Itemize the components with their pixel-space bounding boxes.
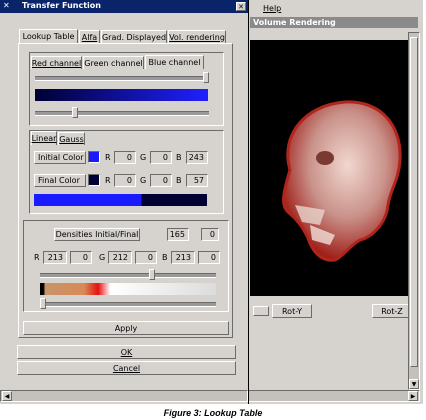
cancel-button[interactable]: Cancel — [17, 361, 236, 375]
tab-linear[interactable]: Linear — [31, 131, 57, 145]
apply-label: Apply — [114, 323, 138, 333]
channel-bottom-slider-thumb[interactable] — [72, 107, 78, 118]
scroll-right-arrow[interactable]: ▶ — [408, 391, 418, 401]
initial-color-text: Initial Color — [38, 153, 84, 162]
figure-caption: Figure 3: Lookup Table — [0, 408, 426, 418]
final-color-label: Final Color — [34, 174, 86, 187]
initial-g-field[interactable]: 0 — [150, 151, 172, 164]
scroll-down-arrow[interactable]: ▼ — [409, 379, 419, 389]
close-icon[interactable]: ✕ — [236, 2, 246, 11]
linear-color-gradient — [34, 194, 207, 206]
rgb-g-label: G — [99, 253, 106, 262]
densities-label: Densities Initial/Final — [54, 228, 140, 241]
dialog-horizontal-scrollbar[interactable]: ◀ — [0, 390, 248, 402]
tab-green-channel-label: Green channel — [84, 58, 143, 68]
tab-panel: Red channel Green channel Blue channel L… — [18, 43, 233, 338]
rgb-r2-field[interactable]: 0 — [70, 251, 92, 264]
tab-red-channel-label: Red channel — [31, 58, 82, 68]
densities-group: Densities Initial/Final 165 0 R 213 0 G … — [23, 220, 229, 312]
initial-g-label: G — [140, 153, 147, 162]
horizontal-scrollbar[interactable]: ▶ — [245, 390, 420, 402]
rot-y-scrollbar-thumb[interactable] — [253, 306, 269, 316]
scroll-left-arrow[interactable]: ◀ — [2, 391, 12, 401]
rot-z-label: Rot-Z — [381, 306, 403, 316]
help-menu[interactable]: Help — [263, 2, 281, 14]
density-final-field[interactable]: 0 — [201, 228, 219, 241]
rgb-b-label: B — [162, 253, 168, 262]
initial-color-swatch[interactable] — [88, 151, 100, 163]
tab-alfa-label: Alfa — [81, 32, 98, 42]
tab-blue-channel-label: Blue channel — [148, 58, 201, 67]
volume-window-title: Volume Rendering — [253, 18, 336, 27]
initial-color-label: Initial Color — [34, 151, 86, 164]
final-b-field[interactable]: 57 — [186, 174, 208, 187]
channel-top-slider-thumb[interactable] — [203, 72, 209, 83]
initial-r-label: R — [105, 153, 111, 162]
scroll-thumb[interactable] — [410, 37, 418, 367]
tab-grad-displayed-label: Grad. Displayed — [101, 32, 167, 42]
density-bottom-slider-thumb[interactable] — [40, 298, 46, 309]
final-r-label: R — [105, 176, 111, 185]
rgb-g2-field[interactable]: 0 — [135, 251, 157, 264]
figure-caption-text: Figure 3: Lookup Table — [163, 408, 263, 418]
channel-bottom-slider-track[interactable] — [35, 111, 209, 116]
tab-red-channel[interactable]: Red channel — [31, 56, 82, 69]
volume-window-titlebar[interactable]: Volume Rendering — [250, 17, 418, 28]
tab-linear-label: Linear — [31, 134, 57, 143]
rgb-r-label: R — [34, 253, 40, 262]
rgb-b1-field[interactable]: 213 — [171, 251, 195, 264]
density-top-slider-track[interactable] — [40, 273, 216, 278]
app-icon: ✕ — [3, 1, 10, 10]
final-g-field[interactable]: 0 — [150, 174, 172, 187]
tab-lookup-table[interactable]: Lookup Table — [19, 29, 78, 43]
densities-text: Densities Initial/Final — [55, 230, 139, 239]
volume-render-view[interactable] — [250, 40, 417, 296]
channel-group: Red channel Green channel Blue channel — [29, 52, 224, 126]
rot-y-label: Rot-Y — [281, 306, 303, 316]
rgb-b2-field[interactable]: 0 — [198, 251, 220, 264]
rgb-r1-field[interactable]: 213 — [43, 251, 67, 264]
initial-b-field[interactable]: 243 — [186, 151, 208, 164]
density-color-gradient — [40, 283, 216, 295]
density-bottom-slider-track[interactable] — [40, 302, 216, 307]
help-menu-label: Help — [263, 3, 282, 13]
tab-green-channel[interactable]: Green channel — [83, 56, 144, 69]
tab-gauss-label: Gauss — [59, 134, 84, 144]
blue-channel-gradient — [35, 89, 208, 101]
initial-b-label: B — [176, 153, 182, 162]
rgb-g1-field[interactable]: 212 — [108, 251, 132, 264]
background-window: Help Volume Rendering Rot-Y Rot-Z ▼ ▶ — [245, 0, 423, 404]
transfer-function-dialog: ✕ Transfer Function ✕ Lookup Table Alfa … — [0, 0, 249, 404]
density-initial-field[interactable]: 165 — [167, 228, 189, 241]
final-r-field[interactable]: 0 — [114, 174, 136, 187]
color-group: Linear Gauss Initial Color R 0 G 0 B 243… — [29, 130, 224, 214]
tab-grad-displayed[interactable]: Grad. Displayed — [101, 30, 167, 43]
dialog-titlebar[interactable]: ✕ Transfer Function ✕ — [0, 0, 248, 13]
final-b-label: B — [176, 176, 182, 185]
dialog-title: Transfer Function — [22, 1, 101, 10]
tab-blue-channel[interactable]: Blue channel — [145, 55, 204, 69]
tab-alfa[interactable]: Alfa — [79, 30, 100, 43]
density-top-slider-thumb[interactable] — [149, 269, 155, 280]
rot-y-button[interactable]: Rot-Y — [272, 304, 312, 318]
channel-top-slider-track[interactable] — [35, 76, 209, 81]
cancel-label: Cancel — [112, 363, 141, 373]
apply-button[interactable]: Apply — [23, 321, 229, 335]
tab-gauss[interactable]: Gauss — [58, 132, 85, 145]
initial-r-field[interactable]: 0 — [114, 151, 136, 164]
ok-label: OK — [120, 347, 133, 357]
vertical-scrollbar[interactable]: ▼ — [408, 32, 420, 390]
tab-vol-rendering[interactable]: Vol. rendering — [168, 30, 226, 43]
tab-lookup-table-label: Lookup Table — [22, 32, 75, 41]
rot-z-button[interactable]: Rot-Z — [372, 304, 412, 318]
final-g-label: G — [140, 176, 147, 185]
ok-button[interactable]: OK — [17, 345, 236, 359]
final-color-text: Final Color — [38, 176, 80, 185]
tab-vol-rendering-label: Vol. rendering — [169, 32, 225, 42]
final-color-swatch[interactable] — [88, 174, 100, 186]
head-rendering-image — [282, 100, 402, 262]
